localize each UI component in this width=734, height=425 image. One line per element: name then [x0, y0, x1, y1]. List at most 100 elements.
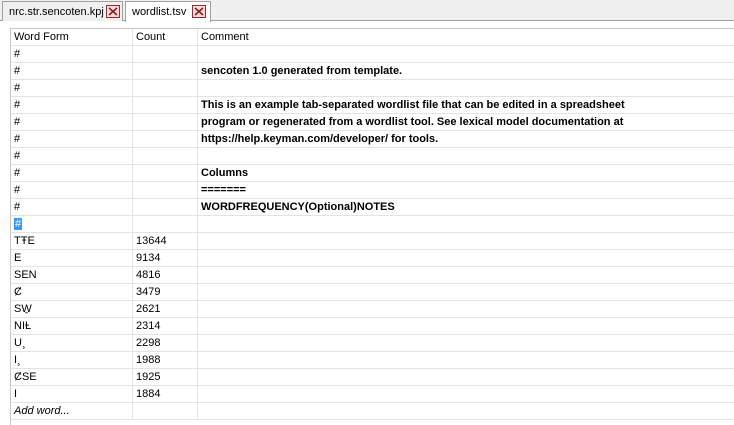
count-cell[interactable]	[133, 403, 198, 419]
word-form-cell[interactable]: #	[11, 63, 133, 79]
comment-cell[interactable]	[198, 148, 734, 164]
comment-cell[interactable]: sencoten 1.0 generated from template.	[198, 63, 734, 79]
table-row[interactable]: #	[11, 216, 734, 233]
table-row[interactable]: SEN 4816	[11, 267, 734, 284]
count-cell[interactable]	[133, 182, 198, 198]
word-form-cell[interactable]: #	[11, 131, 133, 147]
table-row[interactable]: U¸ 2298	[11, 335, 734, 352]
table-row[interactable]: # This is an example tab-separated wordli…	[11, 97, 734, 114]
comment-cell[interactable]	[198, 318, 734, 334]
comment-cell[interactable]	[198, 216, 734, 232]
word-form-cell[interactable]: #	[11, 165, 133, 181]
word-form-cell[interactable]: SEN	[11, 267, 133, 283]
comment-cell[interactable]: Columns	[198, 165, 734, 181]
comment-cell[interactable]	[198, 335, 734, 351]
tab-wordlist[interactable]: wordlist.tsv	[125, 1, 211, 22]
word-form-cell[interactable]: #	[11, 148, 133, 164]
column-header-word-form[interactable]: Word Form	[11, 29, 133, 45]
close-icon[interactable]	[106, 5, 120, 18]
count-cell[interactable]	[133, 131, 198, 147]
word-form-cell[interactable]: #	[11, 114, 133, 130]
table-row[interactable]: I¸ 1988	[11, 352, 734, 369]
count-cell[interactable]	[133, 148, 198, 164]
column-header-count[interactable]: Count	[133, 29, 198, 45]
table-row[interactable]: I 1884	[11, 386, 734, 403]
table-row[interactable]: #	[11, 46, 734, 63]
count-cell[interactable]: 2314	[133, 318, 198, 334]
add-word-placeholder[interactable]: Add word...	[11, 403, 133, 419]
count-cell[interactable]	[133, 97, 198, 113]
count-cell[interactable]: 9134	[133, 250, 198, 266]
count-cell[interactable]	[133, 63, 198, 79]
word-form-cell[interactable]: NIȽ	[11, 318, 133, 334]
comment-cell[interactable]: This is an example tab-separated wordlis…	[198, 97, 734, 113]
comment-cell[interactable]	[198, 369, 734, 385]
comment-cell[interactable]	[198, 386, 734, 402]
table-row[interactable]: # program or regenerated from a wordlist …	[11, 114, 734, 131]
table-row[interactable]: # sencoten 1.0 generated from template.	[11, 63, 734, 80]
word-form-cell[interactable]: E	[11, 250, 133, 266]
count-cell[interactable]	[133, 46, 198, 62]
close-icon[interactable]	[192, 5, 206, 18]
comment-cell[interactable]	[198, 352, 734, 368]
table-row[interactable]: SW̱ 2621	[11, 301, 734, 318]
table-row[interactable]: #	[11, 80, 734, 97]
count-cell[interactable]: 1884	[133, 386, 198, 402]
tab-project[interactable]: nrc.str.sencoten.kpj	[2, 1, 123, 21]
word-form-cell[interactable]: #	[11, 182, 133, 198]
word-form-cell[interactable]: #	[11, 216, 133, 232]
word-form-cell[interactable]: #	[11, 46, 133, 62]
word-form-cell[interactable]: I¸	[11, 352, 133, 368]
comment-cell[interactable]: =======	[198, 182, 734, 198]
comment-cell[interactable]	[198, 80, 734, 96]
comment-cell[interactable]	[198, 267, 734, 283]
word-form-cell[interactable]: ȻSE	[11, 369, 133, 385]
table-row[interactable]: # =======	[11, 182, 734, 199]
word-form-text: #	[14, 167, 21, 179]
count-cell[interactable]	[133, 80, 198, 96]
table-row[interactable]: #	[11, 148, 734, 165]
count-cell[interactable]: 1925	[133, 369, 198, 385]
count-cell[interactable]	[133, 114, 198, 130]
column-header-comment[interactable]: Comment	[198, 29, 734, 45]
word-form-text: #	[14, 150, 21, 162]
word-form-text: #	[14, 133, 21, 145]
comment-cell[interactable]	[198, 403, 734, 419]
wordlist-grid[interactable]: Word Form Count Comment # # sencoten 1.0 g…	[10, 28, 734, 425]
comment-cell[interactable]	[198, 284, 734, 300]
count-cell[interactable]: 13644	[133, 233, 198, 249]
count-cell[interactable]	[133, 199, 198, 215]
word-form-cell[interactable]: TŦE	[11, 233, 133, 249]
count-cell[interactable]	[133, 165, 198, 181]
comment-cell[interactable]: WORDFREQUENCY(Optional)NOTES	[198, 199, 734, 215]
comment-cell[interactable]	[198, 250, 734, 266]
comment-cell[interactable]: program or regenerated from a wordlist t…	[198, 114, 734, 130]
add-word-row[interactable]: Add word...	[11, 403, 734, 420]
word-form-cell[interactable]: #	[11, 199, 133, 215]
count-cell[interactable]: 1988	[133, 352, 198, 368]
comment-cell[interactable]: https://help.keyman.com/developer/ for t…	[198, 131, 734, 147]
word-form-cell[interactable]: I	[11, 386, 133, 402]
table-row[interactable]: ȻSE 1925	[11, 369, 734, 386]
table-row[interactable]: # Columns	[11, 165, 734, 182]
count-cell[interactable]: 4816	[133, 267, 198, 283]
word-form-cell[interactable]: Ȼ	[11, 284, 133, 300]
word-form-cell[interactable]: U¸	[11, 335, 133, 351]
word-form-cell[interactable]: #	[11, 80, 133, 96]
word-form-cell[interactable]: SW̱	[11, 301, 133, 317]
word-form-cell[interactable]: #	[11, 97, 133, 113]
count-cell[interactable]	[133, 216, 198, 232]
tab-bar: nrc.str.sencoten.kpj wordlist.tsv	[0, 0, 734, 22]
comment-cell[interactable]	[198, 46, 734, 62]
table-row[interactable]: # WORDFREQUENCY(Optional)NOTES	[11, 199, 734, 216]
table-row[interactable]: Ȼ 3479	[11, 284, 734, 301]
count-cell[interactable]: 2298	[133, 335, 198, 351]
table-row[interactable]: # https://help.keyman.com/developer/ for …	[11, 131, 734, 148]
table-row[interactable]: NIȽ 2314	[11, 318, 734, 335]
count-cell[interactable]: 3479	[133, 284, 198, 300]
comment-cell[interactable]	[198, 301, 734, 317]
table-row[interactable]: E 9134	[11, 250, 734, 267]
count-cell[interactable]: 2621	[133, 301, 198, 317]
comment-cell[interactable]	[198, 233, 734, 249]
table-row[interactable]: TŦE 13644	[11, 233, 734, 250]
